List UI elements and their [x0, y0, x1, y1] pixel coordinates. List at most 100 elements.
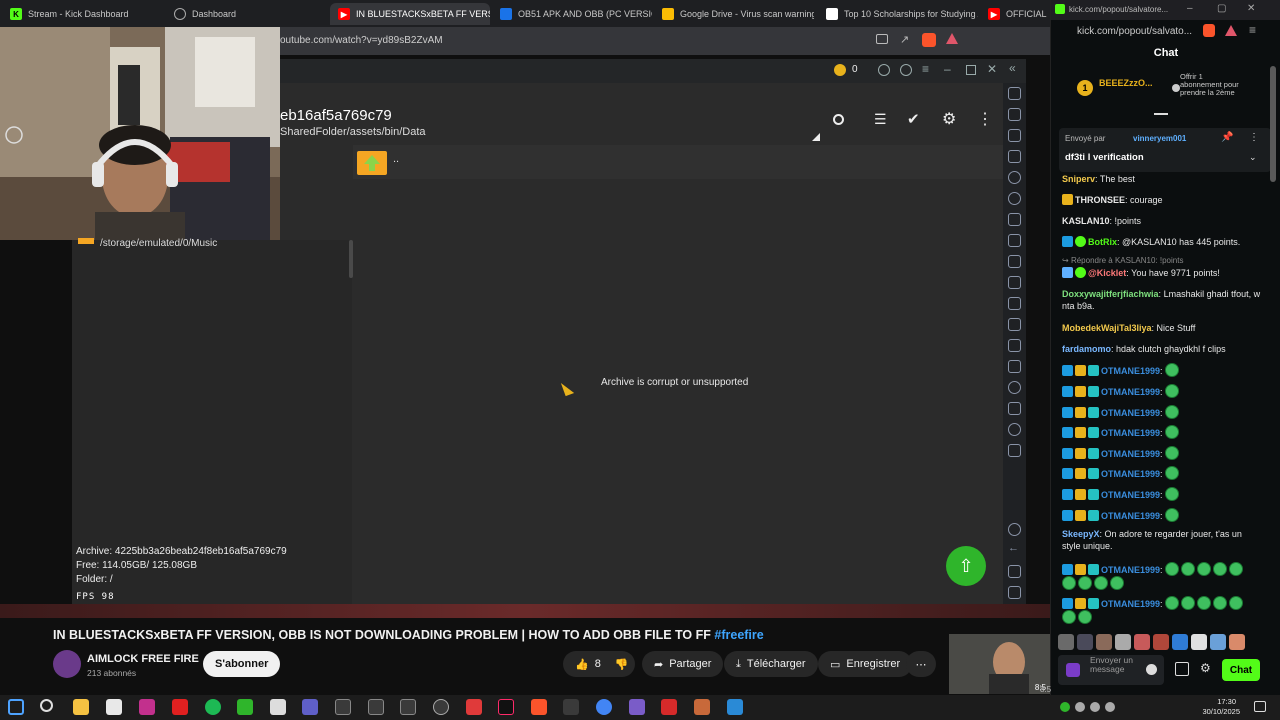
- pin-icon[interactable]: 📌: [1221, 132, 1233, 143]
- instance-icon[interactable]: [1008, 213, 1021, 226]
- app-icon[interactable]: [661, 699, 677, 715]
- back-icon[interactable]: ←: [1008, 542, 1019, 554]
- chat-settings-icon[interactable]: ⚙: [1200, 661, 1211, 675]
- tab-scholarships[interactable]: Top 10 Scholarships for Studying Ab: [818, 3, 978, 25]
- account-icon[interactable]: [878, 64, 890, 76]
- emote-picker-icon[interactable]: [1066, 663, 1080, 677]
- recents-icon[interactable]: [1008, 586, 1021, 599]
- emote-icon[interactable]: [1058, 634, 1074, 650]
- tray-icon[interactable]: [1075, 702, 1085, 712]
- screenshot-icon[interactable]: [1008, 255, 1021, 268]
- emote-icon[interactable]: [1077, 634, 1093, 650]
- thumbs-up-icon[interactable]: 👍: [575, 658, 589, 671]
- brave-rewards-icon[interactable]: [1225, 25, 1237, 36]
- gift-offer-text[interactable]: Offrir 1 abonnement pour prendre la 2ème: [1180, 73, 1240, 97]
- emote-icon[interactable]: [1210, 634, 1226, 650]
- macro-icon[interactable]: [1008, 171, 1021, 184]
- app-icon[interactable]: [563, 699, 579, 715]
- tiktok-icon[interactable]: [498, 699, 514, 715]
- emote-icon[interactable]: [1191, 634, 1207, 650]
- panel-divider[interactable]: [349, 240, 353, 278]
- book-icon[interactable]: [1008, 444, 1021, 457]
- filter-icon[interactable]: [1154, 113, 1168, 115]
- app-icon[interactable]: [466, 699, 482, 715]
- volume-icon[interactable]: [1008, 108, 1021, 121]
- copy-icon[interactable]: [1008, 339, 1021, 352]
- close-icon[interactable]: ✕: [987, 62, 997, 76]
- download-button[interactable]: ⤓ Télécharger: [724, 651, 818, 677]
- bluestacks-icon[interactable]: [237, 699, 253, 715]
- spotify-icon[interactable]: [205, 699, 221, 715]
- settings-icon[interactable]: [1008, 523, 1021, 536]
- record-icon[interactable]: [1008, 276, 1021, 289]
- rotate-icon[interactable]: [1008, 234, 1021, 247]
- maximize-icon[interactable]: ▢: [1217, 3, 1226, 14]
- more-vert-icon[interactable]: ⋮: [977, 109, 993, 129]
- more-vert-icon[interactable]: ⋮: [1249, 132, 1259, 143]
- notepad-icon[interactable]: [270, 699, 286, 715]
- upload-fab-button[interactable]: ⇧: [946, 546, 986, 586]
- sync-icon[interactable]: [1008, 192, 1021, 205]
- reply-context[interactable]: ↪ Répondre à KASLAN10: !points: [1062, 255, 1262, 267]
- app-icon[interactable]: [629, 699, 645, 715]
- chat-scrollbar[interactable]: [1270, 66, 1276, 182]
- tray-icon[interactable]: [1060, 702, 1070, 712]
- app-icon[interactable]: [727, 699, 743, 715]
- send-chat-button[interactable]: Chat: [1222, 659, 1260, 681]
- tab-kick-dashboard[interactable]: K Stream - Kick Dashboard: [2, 3, 162, 25]
- chrome-icon[interactable]: [596, 699, 612, 715]
- refresh-icon[interactable]: [1008, 423, 1021, 436]
- channel-name[interactable]: AIMLOCK FREE FIRE: [87, 653, 199, 665]
- windows-start-icon[interactable]: [8, 699, 24, 715]
- pinned-user[interactable]: vinneryem001: [1133, 134, 1186, 143]
- cast-icon[interactable]: [876, 34, 888, 44]
- address-bar[interactable]: outube.com/watch?v=yd89sB2ZvAM ↗: [280, 27, 1050, 55]
- emote-icon[interactable]: [1153, 634, 1169, 650]
- file-explorer-icon[interactable]: [73, 699, 89, 715]
- clock-time[interactable]: 17:30: [1200, 697, 1236, 706]
- location-icon[interactable]: [1008, 381, 1021, 394]
- minimize-icon[interactable]: –: [1187, 3, 1193, 14]
- store-icon[interactable]: [106, 699, 122, 715]
- tab-google-drive[interactable]: Google Drive - Virus scan warning: [654, 3, 814, 25]
- chevron-down-icon[interactable]: ⌄: [1249, 152, 1257, 163]
- emote-icon[interactable]: [1134, 634, 1150, 650]
- maximize-icon[interactable]: [966, 65, 976, 75]
- youtube-icon[interactable]: [172, 699, 188, 715]
- channel-avatar[interactable]: [53, 650, 81, 678]
- thumbs-down-icon[interactable]: 👎: [615, 658, 629, 671]
- share-icon[interactable]: ↗: [900, 33, 909, 46]
- list-item-parent[interactable]: ..: [353, 145, 1003, 179]
- game-icon[interactable]: [335, 699, 351, 715]
- vpn-icon[interactable]: [302, 699, 318, 715]
- app-icon[interactable]: [694, 699, 710, 715]
- save-button[interactable]: ▭ Enregistrer: [818, 651, 913, 677]
- emote-icon[interactable]: [1115, 634, 1131, 650]
- tab-dashboard[interactable]: Dashboard: [166, 3, 326, 25]
- subscribe-button[interactable]: S'abonner: [203, 651, 281, 677]
- app-icon[interactable]: [139, 699, 155, 715]
- airplane-icon[interactable]: [1008, 318, 1021, 331]
- fullscreen-icon[interactable]: [1008, 87, 1021, 100]
- recommended-thumbnail[interactable]: 8:5: [949, 634, 1050, 694]
- terminal-icon[interactable]: [368, 699, 384, 715]
- gamepad-icon[interactable]: [1008, 150, 1021, 163]
- more-actions-button[interactable]: ⋯: [906, 651, 936, 677]
- minimize-icon[interactable]: –: [944, 62, 951, 76]
- hashtag-link[interactable]: #freefire: [714, 628, 763, 642]
- store-icon[interactable]: [1175, 662, 1189, 676]
- select-all-icon[interactable]: ✔: [907, 110, 920, 128]
- wifi-icon[interactable]: [1090, 702, 1100, 712]
- close-icon[interactable]: ✕: [1247, 3, 1255, 14]
- clock-date[interactable]: 30/10/2025: [1196, 707, 1240, 716]
- brave-rewards-icon[interactable]: [946, 33, 958, 44]
- emoji-icon[interactable]: [1146, 664, 1157, 675]
- obs-icon[interactable]: [433, 699, 449, 715]
- settings-icon[interactable]: ⚙: [942, 109, 956, 129]
- media-icon[interactable]: [1008, 297, 1021, 310]
- menu-icon[interactable]: ≡: [1249, 23, 1256, 37]
- keyboard-icon[interactable]: [1008, 129, 1021, 142]
- help-icon[interactable]: [900, 64, 912, 76]
- brave-shield-icon[interactable]: [922, 33, 936, 47]
- brave-icon[interactable]: [531, 699, 547, 715]
